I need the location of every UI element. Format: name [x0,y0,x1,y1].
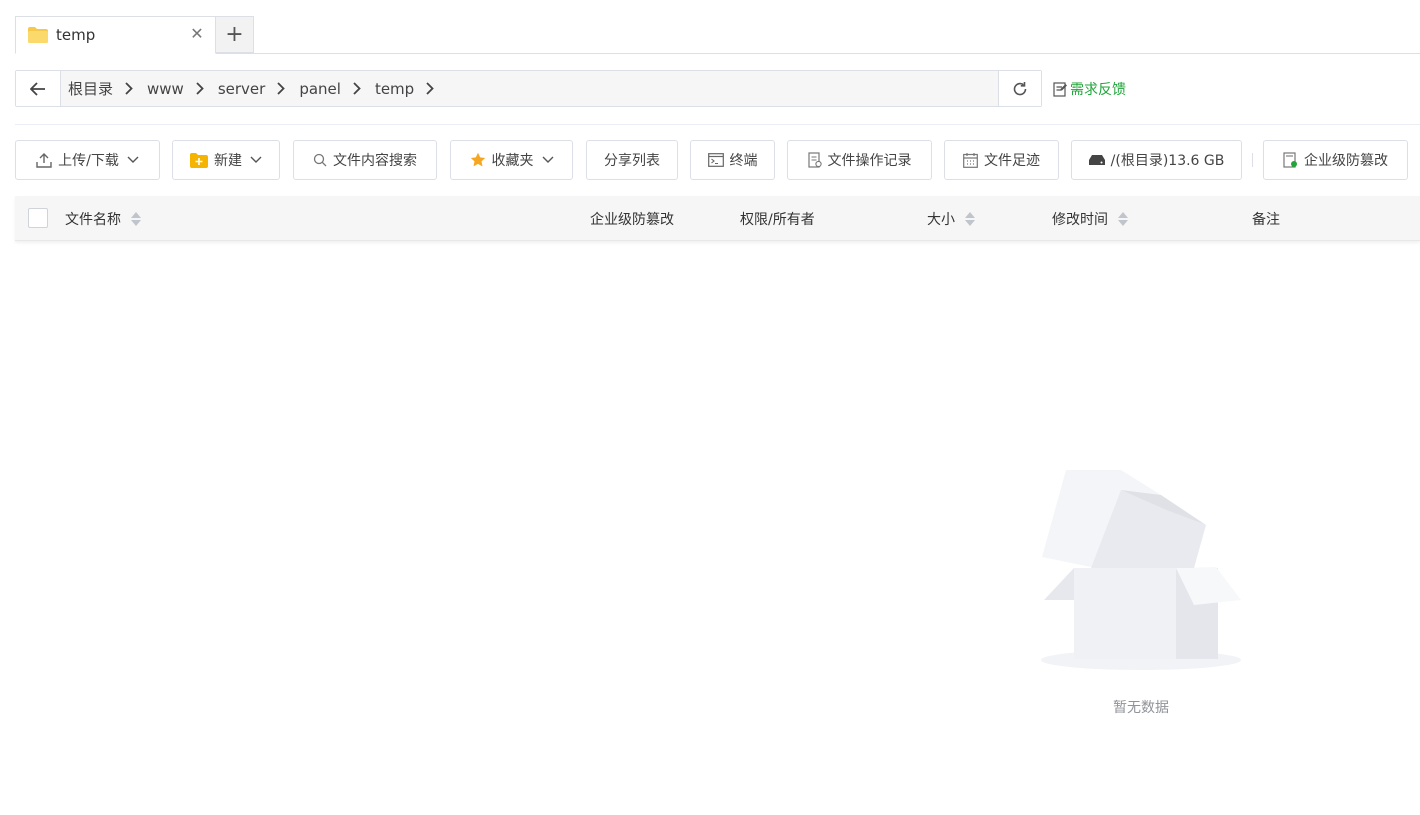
column-name[interactable]: 文件名称 [65,196,141,241]
tamper-proof-button[interactable]: 企业级防篡改 [1263,140,1408,180]
column-size-label: 大小 [927,211,955,228]
tab-bar: temp ✕ + [15,16,1420,54]
chevron-down-icon [542,156,554,164]
operation-log-button[interactable]: 文件操作记录 [787,140,932,180]
disk-label: /(根目录)13.6 GB [1110,153,1225,169]
terminal-label: 终端 [729,153,758,169]
column-tamper: 企业级防篡改 [590,196,674,241]
share-list-label: 分享列表 [604,153,660,169]
chevron-right-icon [196,82,204,95]
share-list-button[interactable]: 分享列表 [586,140,678,180]
column-note-label: 备注 [1252,211,1280,228]
feedback-label: 需求反馈 [1070,82,1126,98]
breadcrumb-item-www[interactable]: www [147,80,218,98]
tab-temp[interactable]: temp ✕ [15,16,216,54]
crumb-label: panel [299,79,341,98]
chevron-right-icon [353,82,361,95]
crumb-label: temp [374,79,415,98]
crumb-label: www [147,79,184,98]
feedback-icon [1053,81,1067,97]
file-footprint-button[interactable]: 文件足迹 [944,140,1059,180]
column-permission: 权限/所有者 [740,196,815,241]
folder-icon [28,27,48,43]
add-tab-button[interactable]: + [215,16,254,53]
refresh-icon [1013,81,1027,95]
column-note: 备注 [1252,196,1280,241]
column-size[interactable]: 大小 [927,196,975,241]
upload-icon [36,152,52,168]
content-search-button[interactable]: 文件内容搜索 [293,140,437,180]
breadcrumb-item-server[interactable]: server [218,80,299,98]
table-header: 文件名称 企业级防篡改 权限/所有者 大小 修改时间 备注 [15,196,1420,241]
plus-icon: + [225,22,244,47]
disk-icon [1088,155,1105,165]
column-tamper-label: 企业级防篡改 [590,211,674,228]
tamper-proof-label: 企业级防篡改 [1304,153,1388,169]
feedback-link[interactable]: 需求反馈 [1053,79,1126,99]
upload-download-button[interactable]: 上传/下载 [15,140,160,180]
terminal-icon [707,153,724,167]
chevron-right-icon [426,82,434,95]
new-folder-icon [190,152,208,168]
upload-download-label: 上传/下载 [58,153,119,169]
arrow-left-icon [30,81,45,96]
new-button[interactable]: 新建 [172,140,280,180]
path-bar: 根目录 www server panel temp [15,70,1042,107]
divider [15,124,1420,125]
operation-log-label: 文件操作记录 [827,153,912,169]
calendar-icon [963,152,978,168]
breadcrumb-item-root[interactable]: 根目录 [68,78,147,99]
close-icon[interactable]: ✕ [189,26,205,42]
file-footprint-label: 文件足迹 [984,153,1040,169]
chevron-right-icon [125,82,133,95]
star-icon [470,152,486,168]
sort-icon[interactable] [1118,211,1128,226]
terminal-button[interactable]: 终端 [690,140,775,180]
column-permission-label: 权限/所有者 [740,211,815,228]
new-label: 新建 [214,153,242,169]
column-modified-label: 修改时间 [1052,211,1108,228]
crumb-label: 根目录 [68,80,114,98]
chevron-down-icon [127,156,139,164]
shield-doc-icon [1283,152,1298,168]
chevron-right-icon [277,82,286,95]
disk-button[interactable]: /(根目录)13.6 GB [1071,140,1242,180]
toolbar-divider [1252,153,1253,167]
select-all-checkbox[interactable] [28,208,48,228]
tab-label: temp [56,26,96,44]
empty-box-illustration [1036,465,1246,679]
column-modified[interactable]: 修改时间 [1052,196,1128,241]
empty-text: 暂无数据 [1113,700,1169,716]
crumb-label: server [217,79,266,98]
breadcrumb-item-panel[interactable]: panel [299,80,375,98]
sort-icon[interactable] [965,211,975,226]
breadcrumb-item-temp[interactable]: temp [375,80,448,98]
chevron-down-icon [250,156,262,164]
document-log-icon [807,152,822,168]
content-search-label: 文件内容搜索 [333,153,417,169]
column-name-label: 文件名称 [65,211,121,228]
sort-icon[interactable] [131,211,141,226]
search-icon [313,153,327,167]
back-button[interactable] [16,71,61,106]
favorites-button[interactable]: 收藏夹 [450,140,573,180]
breadcrumb: 根目录 www server panel temp [61,71,998,106]
favorites-label: 收藏夹 [491,153,534,169]
refresh-button[interactable] [998,71,1041,106]
